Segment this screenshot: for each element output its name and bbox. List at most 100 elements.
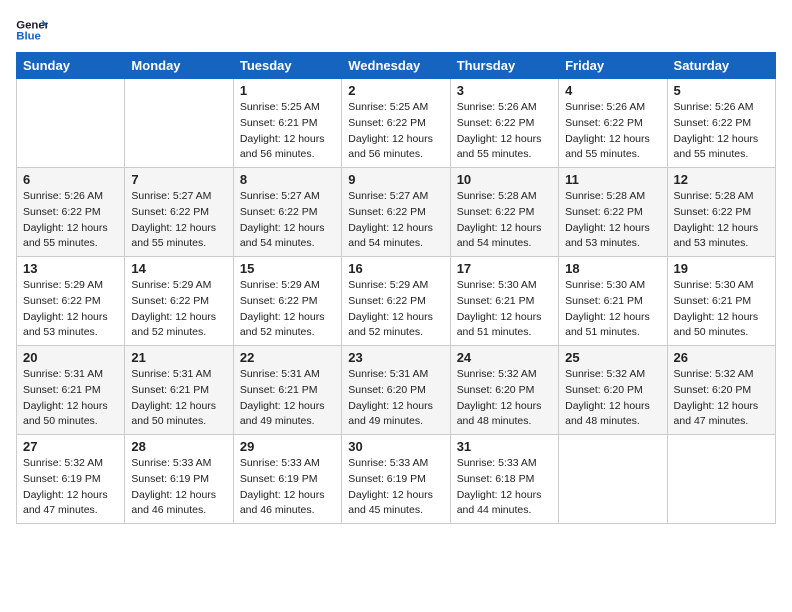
calendar-cell — [559, 435, 667, 524]
day-number: 22 — [240, 350, 335, 365]
col-header-monday: Monday — [125, 53, 233, 79]
calendar-week-4: 20 Sunrise: 5:31 AM Sunset: 6:21 PM Dayli… — [17, 346, 776, 435]
day-number: 30 — [348, 439, 443, 454]
day-details: Sunrise: 5:30 AM Sunset: 6:21 PM Dayligh… — [674, 278, 769, 341]
day-number: 7 — [131, 172, 226, 187]
calendar-cell: 29 Sunrise: 5:33 AM Sunset: 6:19 PM Dayli… — [233, 435, 341, 524]
day-number: 25 — [565, 350, 660, 365]
calendar-cell: 13 Sunrise: 5:29 AM Sunset: 6:22 PM Dayli… — [17, 257, 125, 346]
day-number: 10 — [457, 172, 552, 187]
day-number: 20 — [23, 350, 118, 365]
calendar-cell: 15 Sunrise: 5:29 AM Sunset: 6:22 PM Dayli… — [233, 257, 341, 346]
day-number: 4 — [565, 83, 660, 98]
logo-icon: General Blue — [16, 16, 48, 44]
day-details: Sunrise: 5:31 AM Sunset: 6:21 PM Dayligh… — [23, 367, 118, 430]
day-details: Sunrise: 5:29 AM Sunset: 6:22 PM Dayligh… — [240, 278, 335, 341]
calendar-table: SundayMondayTuesdayWednesdayThursdayFrid… — [16, 52, 776, 524]
col-header-tuesday: Tuesday — [233, 53, 341, 79]
day-details: Sunrise: 5:29 AM Sunset: 6:22 PM Dayligh… — [23, 278, 118, 341]
calendar-cell: 28 Sunrise: 5:33 AM Sunset: 6:19 PM Dayli… — [125, 435, 233, 524]
calendar-cell: 23 Sunrise: 5:31 AM Sunset: 6:20 PM Dayli… — [342, 346, 450, 435]
calendar-cell: 8Sunrise: 5:27 AM Sunset: 6:22 PM Daylig… — [233, 168, 341, 257]
day-number: 2 — [348, 83, 443, 98]
day-number: 27 — [23, 439, 118, 454]
day-details: Sunrise: 5:32 AM Sunset: 6:19 PM Dayligh… — [23, 456, 118, 519]
day-details: Sunrise: 5:26 AM Sunset: 6:22 PM Dayligh… — [457, 100, 552, 163]
calendar-cell: 4 Sunrise: 5:26 AM Sunset: 6:22 PM Daylig… — [559, 79, 667, 168]
day-number: 13 — [23, 261, 118, 276]
calendar-cell: 31 Sunrise: 5:33 AM Sunset: 6:18 PM Dayli… — [450, 435, 558, 524]
day-number: 24 — [457, 350, 552, 365]
logo: General Blue — [16, 16, 54, 44]
calendar-cell: 12 Sunrise: 5:28 AM Sunset: 6:22 PM Dayli… — [667, 168, 775, 257]
calendar-cell: 14Sunrise: 5:29 AM Sunset: 6:22 PM Dayli… — [125, 257, 233, 346]
calendar-cell: 27 Sunrise: 5:32 AM Sunset: 6:19 PM Dayli… — [17, 435, 125, 524]
calendar-cell: 11 Sunrise: 5:28 AM Sunset: 6:22 PM Dayli… — [559, 168, 667, 257]
calendar-cell: 17Sunrise: 5:30 AM Sunset: 6:21 PM Dayli… — [450, 257, 558, 346]
col-header-friday: Friday — [559, 53, 667, 79]
calendar-week-3: 13 Sunrise: 5:29 AM Sunset: 6:22 PM Dayli… — [17, 257, 776, 346]
calendar-cell: 21 Sunrise: 5:31 AM Sunset: 6:21 PM Dayli… — [125, 346, 233, 435]
calendar-cell: 10 Sunrise: 5:28 AM Sunset: 6:22 PM Dayli… — [450, 168, 558, 257]
day-details: Sunrise: 5:33 AM Sunset: 6:18 PM Dayligh… — [457, 456, 552, 519]
day-details: Sunrise: 5:32 AM Sunset: 6:20 PM Dayligh… — [457, 367, 552, 430]
day-number: 6 — [23, 172, 118, 187]
day-number: 28 — [131, 439, 226, 454]
svg-text:Blue: Blue — [16, 31, 41, 43]
calendar-cell: 6 Sunrise: 5:26 AM Sunset: 6:22 PM Daylig… — [17, 168, 125, 257]
day-number: 18 — [565, 261, 660, 276]
calendar-cell: 16Sunrise: 5:29 AM Sunset: 6:22 PM Dayli… — [342, 257, 450, 346]
day-number: 15 — [240, 261, 335, 276]
calendar-week-5: 27 Sunrise: 5:32 AM Sunset: 6:19 PM Dayli… — [17, 435, 776, 524]
day-details: Sunrise: 5:31 AM Sunset: 6:21 PM Dayligh… — [131, 367, 226, 430]
day-details: Sunrise: 5:25 AM Sunset: 6:22 PM Dayligh… — [348, 100, 443, 163]
col-header-sunday: Sunday — [17, 53, 125, 79]
col-header-thursday: Thursday — [450, 53, 558, 79]
day-details: Sunrise: 5:31 AM Sunset: 6:20 PM Dayligh… — [348, 367, 443, 430]
day-number: 19 — [674, 261, 769, 276]
day-details: Sunrise: 5:26 AM Sunset: 6:22 PM Dayligh… — [565, 100, 660, 163]
day-details: Sunrise: 5:29 AM Sunset: 6:22 PM Dayligh… — [348, 278, 443, 341]
calendar-cell: 24 Sunrise: 5:32 AM Sunset: 6:20 PM Dayli… — [450, 346, 558, 435]
calendar-cell: 1 Sunrise: 5:25 AM Sunset: 6:21 PM Daylig… — [233, 79, 341, 168]
day-number: 26 — [674, 350, 769, 365]
day-details: Sunrise: 5:28 AM Sunset: 6:22 PM Dayligh… — [565, 189, 660, 252]
day-details: Sunrise: 5:26 AM Sunset: 6:22 PM Dayligh… — [23, 189, 118, 252]
day-number: 1 — [240, 83, 335, 98]
day-number: 11 — [565, 172, 660, 187]
calendar-cell — [125, 79, 233, 168]
calendar-week-1: 1 Sunrise: 5:25 AM Sunset: 6:21 PM Daylig… — [17, 79, 776, 168]
day-number: 31 — [457, 439, 552, 454]
day-details: Sunrise: 5:32 AM Sunset: 6:20 PM Dayligh… — [674, 367, 769, 430]
day-details: Sunrise: 5:33 AM Sunset: 6:19 PM Dayligh… — [131, 456, 226, 519]
day-number: 23 — [348, 350, 443, 365]
col-header-wednesday: Wednesday — [342, 53, 450, 79]
calendar-cell: 25 Sunrise: 5:32 AM Sunset: 6:20 PM Dayli… — [559, 346, 667, 435]
page-header: General Blue — [16, 16, 776, 44]
day-number: 8 — [240, 172, 335, 187]
day-details: Sunrise: 5:25 AM Sunset: 6:21 PM Dayligh… — [240, 100, 335, 163]
day-number: 14 — [131, 261, 226, 276]
calendar-cell: 5 Sunrise: 5:26 AM Sunset: 6:22 PM Daylig… — [667, 79, 775, 168]
calendar-cell: 26 Sunrise: 5:32 AM Sunset: 6:20 PM Dayli… — [667, 346, 775, 435]
day-details: Sunrise: 5:28 AM Sunset: 6:22 PM Dayligh… — [674, 189, 769, 252]
day-details: Sunrise: 5:28 AM Sunset: 6:22 PM Dayligh… — [457, 189, 552, 252]
day-details: Sunrise: 5:31 AM Sunset: 6:21 PM Dayligh… — [240, 367, 335, 430]
calendar-cell: 22 Sunrise: 5:31 AM Sunset: 6:21 PM Dayli… — [233, 346, 341, 435]
day-number: 29 — [240, 439, 335, 454]
day-number: 5 — [674, 83, 769, 98]
calendar-cell: 30 Sunrise: 5:33 AM Sunset: 6:19 PM Dayli… — [342, 435, 450, 524]
day-details: Sunrise: 5:33 AM Sunset: 6:19 PM Dayligh… — [348, 456, 443, 519]
day-details: Sunrise: 5:30 AM Sunset: 6:21 PM Dayligh… — [565, 278, 660, 341]
calendar-cell: 18 Sunrise: 5:30 AM Sunset: 6:21 PM Dayli… — [559, 257, 667, 346]
day-details: Sunrise: 5:32 AM Sunset: 6:20 PM Dayligh… — [565, 367, 660, 430]
calendar-cell: 7Sunrise: 5:27 AM Sunset: 6:22 PM Daylig… — [125, 168, 233, 257]
calendar-cell: 2 Sunrise: 5:25 AM Sunset: 6:22 PM Daylig… — [342, 79, 450, 168]
day-number: 21 — [131, 350, 226, 365]
day-details: Sunrise: 5:26 AM Sunset: 6:22 PM Dayligh… — [674, 100, 769, 163]
day-details: Sunrise: 5:33 AM Sunset: 6:19 PM Dayligh… — [240, 456, 335, 519]
day-number: 3 — [457, 83, 552, 98]
calendar-cell: 19 Sunrise: 5:30 AM Sunset: 6:21 PM Dayli… — [667, 257, 775, 346]
calendar-cell — [17, 79, 125, 168]
day-number: 12 — [674, 172, 769, 187]
